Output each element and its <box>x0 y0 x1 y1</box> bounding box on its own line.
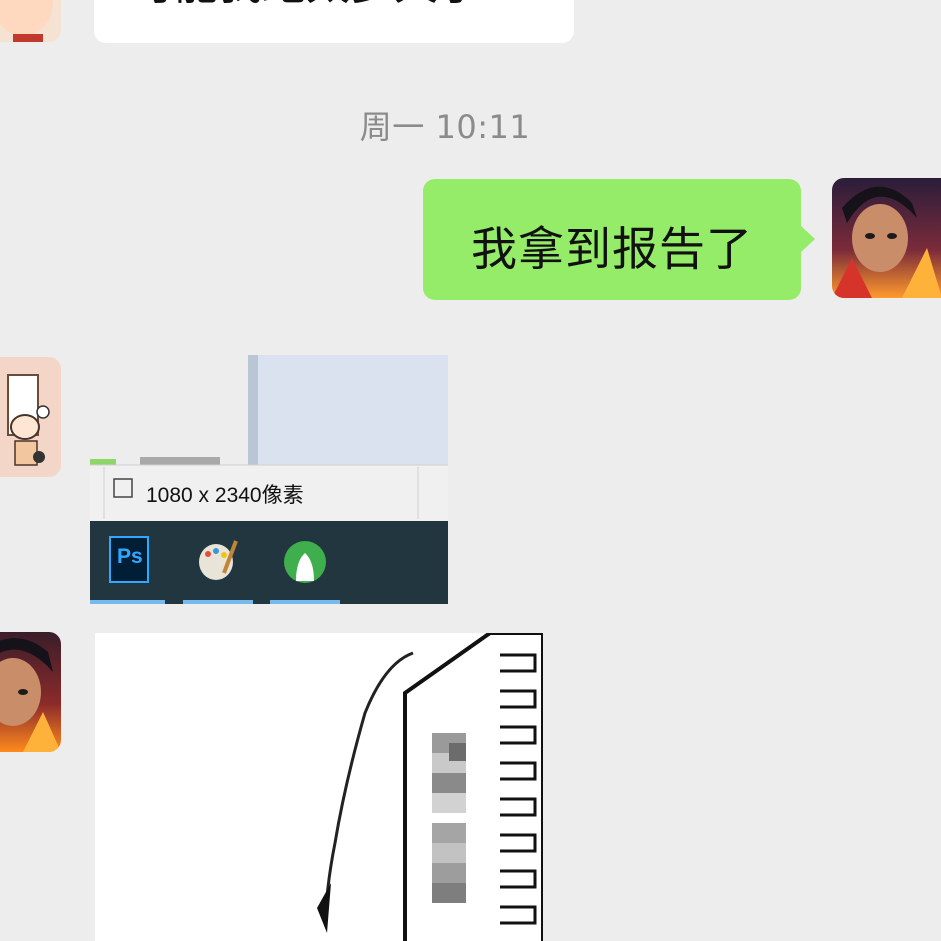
received-image-meme[interactable] <box>95 633 543 941</box>
avatar-self[interactable] <box>832 178 941 298</box>
chat-view: 可能我跑太多天了 周一 10:11 我拿到报告了 <box>0 0 941 941</box>
avatar-anime-boy-fire-icon <box>832 178 941 298</box>
cartoon-tower-computer-icon <box>95 633 543 941</box>
bubble-tail <box>800 225 815 253</box>
sent-message-bubble[interactable]: 我拿到报告了 <box>423 179 815 300</box>
message-text: 可能我跑太多天了 <box>130 0 482 12</box>
image-dimensions-text: 1080 x 2340像素 <box>146 484 304 507</box>
avatar-anime-girl-icon <box>0 0 61 42</box>
received-image-screenshot[interactable]: 1080 x 2340像素 Ps <box>90 355 448 604</box>
photoshop-icon-label: Ps <box>117 545 143 568</box>
avatar-friend-chibi[interactable] <box>0 357 61 477</box>
message-timestamp: 周一 10:11 <box>359 108 531 146</box>
avatar-friend-anime[interactable] <box>0 0 61 42</box>
avatar-anime-boy-fire-icon <box>0 632 61 752</box>
received-message-bubble[interactable]: 可能我跑太多天了 <box>94 0 574 43</box>
avatar-friend-fire[interactable] <box>0 632 61 752</box>
message-text: 我拿到报告了 <box>471 222 753 276</box>
avatar-chibi-girl-icon <box>0 357 61 477</box>
